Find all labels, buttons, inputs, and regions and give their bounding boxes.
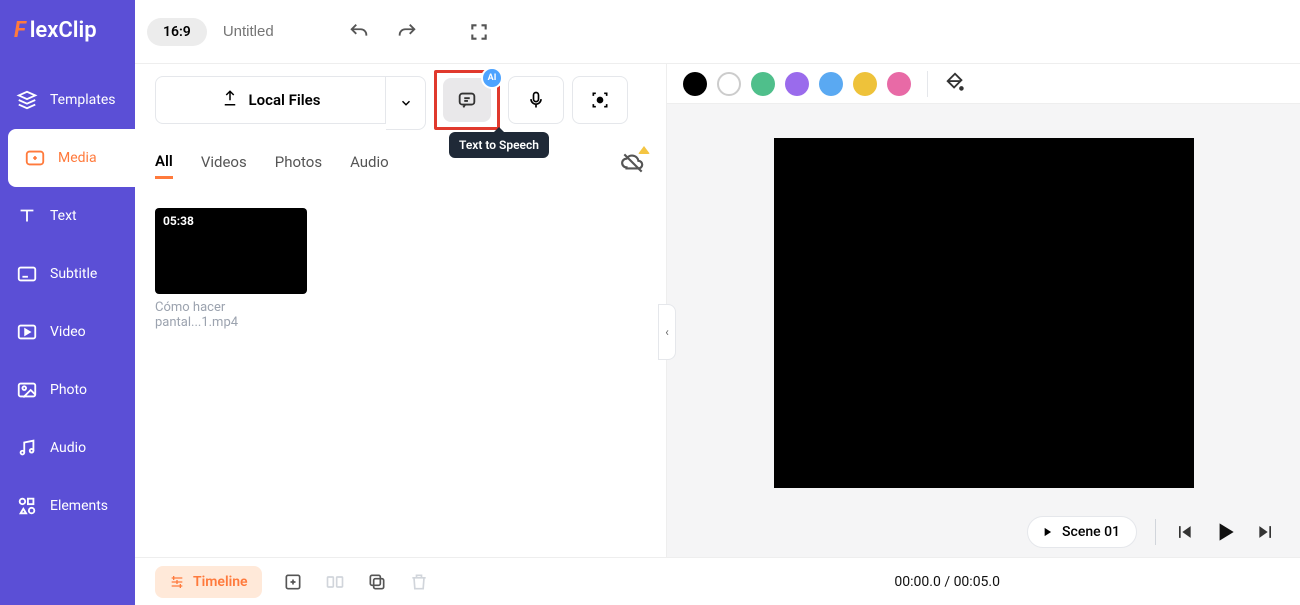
color-swatches bbox=[667, 64, 1300, 104]
upload-dropdown-button[interactable] bbox=[386, 76, 426, 130]
sidebar-item-label: Photo bbox=[50, 382, 87, 398]
sidebar-item-media[interactable]: Media bbox=[8, 129, 135, 187]
main: 16:9 Local Files bbox=[135, 0, 1300, 605]
play-button[interactable] bbox=[1212, 519, 1238, 545]
preview-stage bbox=[667, 104, 1300, 507]
templates-icon bbox=[16, 89, 38, 111]
preview-controls: Scene 01 bbox=[667, 507, 1300, 557]
record-screen-button[interactable] bbox=[572, 76, 628, 124]
text-to-speech-button[interactable]: AI bbox=[434, 70, 500, 130]
prev-frame-button[interactable] bbox=[1174, 522, 1194, 542]
video-icon bbox=[16, 321, 38, 343]
sidebar-item-photo[interactable]: Photo bbox=[0, 361, 135, 419]
ai-badge: AI bbox=[481, 67, 503, 89]
tab-all[interactable]: All bbox=[155, 152, 173, 179]
media-filename: Cómo hacer pantal...1.mp4 bbox=[155, 300, 307, 330]
swatch-black[interactable] bbox=[683, 72, 707, 96]
record-audio-button[interactable] bbox=[508, 76, 564, 124]
swatch-green[interactable] bbox=[751, 72, 775, 96]
tab-videos[interactable]: Videos bbox=[201, 153, 247, 177]
bottom-bar: Timeline 00:00.0 / 00:05.0 bbox=[135, 557, 1300, 605]
next-frame-button[interactable] bbox=[1256, 522, 1276, 542]
local-files-label: Local Files bbox=[249, 91, 321, 109]
media-item[interactable]: 05:38 Cómo hacer pantal...1.mp4 bbox=[155, 208, 307, 330]
logo-rest: lexClip bbox=[30, 18, 97, 43]
sidebar-item-text[interactable]: Text bbox=[0, 187, 135, 245]
text-icon bbox=[16, 205, 38, 227]
local-files-button[interactable]: Local Files bbox=[155, 76, 386, 124]
sidebar-item-label: Elements bbox=[50, 498, 108, 514]
sidebar-item-label: Templates bbox=[50, 92, 116, 108]
tab-audio[interactable]: Audio bbox=[350, 153, 389, 177]
elements-icon bbox=[16, 495, 38, 517]
sidebar-item-label: Text bbox=[50, 208, 77, 224]
add-scene-button[interactable] bbox=[282, 571, 304, 593]
logo-f: F bbox=[14, 18, 26, 43]
timeline-toggle-button[interactable]: Timeline bbox=[155, 566, 262, 598]
media-duration: 05:38 bbox=[163, 214, 194, 228]
topbar: 16:9 bbox=[135, 0, 1300, 64]
media-tabs: All Videos Photos Audio bbox=[155, 150, 646, 180]
tts-tooltip: Text to Speech bbox=[449, 132, 549, 158]
sidebar-item-subtitle[interactable]: Subtitle bbox=[0, 245, 135, 303]
subtitle-icon bbox=[16, 263, 38, 285]
delete-button[interactable] bbox=[408, 571, 430, 593]
upload-icon bbox=[221, 89, 239, 111]
sidebar-item-elements[interactable]: Elements bbox=[0, 477, 135, 535]
redo-button[interactable] bbox=[391, 16, 423, 48]
time-display: 00:00.0 / 00:05.0 bbox=[894, 574, 1000, 590]
sidebar-item-label: Video bbox=[50, 324, 86, 340]
tab-photos[interactable]: Photos bbox=[275, 153, 322, 177]
media-panel: Local Files AI Text to Speech All Videos… bbox=[135, 64, 667, 557]
swatch-yellow[interactable] bbox=[853, 72, 877, 96]
swatch-purple[interactable] bbox=[785, 72, 809, 96]
upload-button-group: Local Files bbox=[155, 76, 426, 130]
project-title-input[interactable] bbox=[223, 23, 303, 40]
upload-row: Local Files AI bbox=[155, 76, 646, 130]
media-icon bbox=[24, 147, 46, 169]
sidebar-item-label: Subtitle bbox=[50, 266, 97, 282]
sidebar: FlexClip Templates Media Text Subtitle V… bbox=[0, 0, 135, 605]
scene-selector[interactable]: Scene 01 bbox=[1027, 516, 1137, 548]
preview-canvas[interactable] bbox=[774, 138, 1194, 488]
undo-button[interactable] bbox=[343, 16, 375, 48]
swatch-white[interactable] bbox=[717, 72, 741, 96]
media-thumbnail: 05:38 bbox=[155, 208, 307, 294]
logo[interactable]: FlexClip bbox=[0, 10, 135, 71]
fill-color-button[interactable] bbox=[944, 71, 966, 97]
scene-label: Scene 01 bbox=[1062, 524, 1120, 540]
sidebar-item-templates[interactable]: Templates bbox=[0, 71, 135, 129]
audio-icon bbox=[16, 437, 38, 459]
fullscreen-button[interactable] bbox=[463, 16, 495, 48]
cloud-sync-off-button[interactable] bbox=[620, 150, 646, 180]
photo-icon bbox=[16, 379, 38, 401]
content: Local Files AI Text to Speech All Videos… bbox=[135, 64, 1300, 557]
swatch-divider bbox=[927, 71, 928, 97]
split-button[interactable] bbox=[324, 571, 346, 593]
sidebar-item-audio[interactable]: Audio bbox=[0, 419, 135, 477]
sidebar-item-label: Audio bbox=[50, 440, 86, 456]
swatch-pink[interactable] bbox=[887, 72, 911, 96]
aspect-ratio-button[interactable]: 16:9 bbox=[147, 18, 207, 46]
panel-collapse-handle[interactable]: ‹ bbox=[658, 304, 676, 360]
wifi-indicator-icon bbox=[638, 146, 650, 154]
sidebar-item-video[interactable]: Video bbox=[0, 303, 135, 361]
divider bbox=[1155, 519, 1156, 545]
swatch-blue[interactable] bbox=[819, 72, 843, 96]
sidebar-item-label: Media bbox=[58, 150, 97, 166]
duplicate-button[interactable] bbox=[366, 571, 388, 593]
preview-panel: Scene 01 bbox=[667, 64, 1300, 557]
media-grid: 05:38 Cómo hacer pantal...1.mp4 bbox=[155, 208, 646, 330]
timeline-label: Timeline bbox=[193, 574, 248, 590]
